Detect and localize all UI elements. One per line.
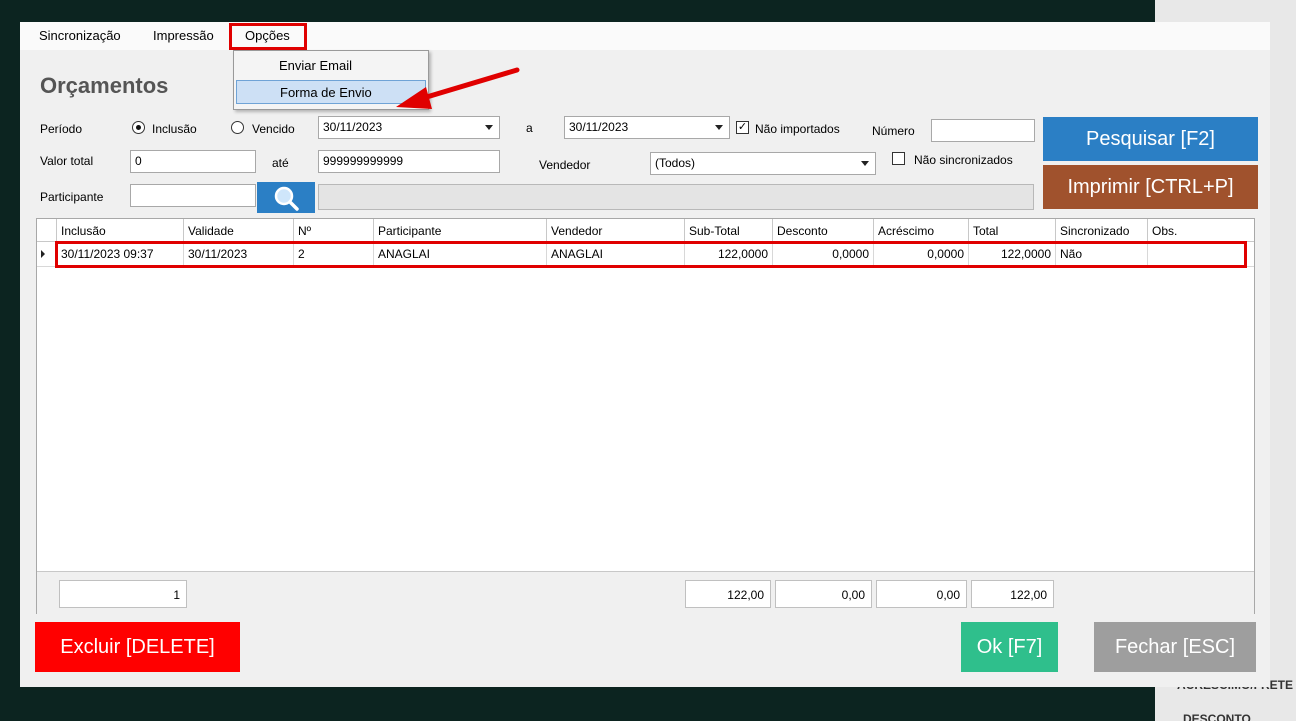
col-participante[interactable]: Participante	[374, 219, 547, 242]
vendedor-label: Vendedor	[539, 158, 591, 172]
col-acrescimo[interactable]: Acréscimo	[874, 219, 969, 242]
valor-from-input[interactable]: 0	[130, 150, 256, 173]
col-validade[interactable]: Validade	[184, 219, 294, 242]
col-inclusao[interactable]: Inclusão	[57, 219, 184, 242]
orcamentos-window: Sincronização Impressão Opções Orçamento…	[20, 22, 1270, 687]
valor-total-label: Valor total	[40, 154, 94, 168]
menu-sincronizacao[interactable]: Sincronização	[39, 28, 121, 43]
col-obs[interactable]: Obs.	[1148, 219, 1254, 242]
highlight-box	[55, 241, 1247, 268]
date-from-value: 30/11/2023	[323, 120, 383, 134]
page-title: Orçamentos	[40, 73, 169, 98]
valor-to-input[interactable]: 999999999999	[318, 150, 500, 173]
date-to-value: 30/11/2023	[569, 120, 629, 134]
ok-button[interactable]: Ok [F7]	[961, 622, 1058, 672]
magnifier-icon	[274, 186, 299, 211]
footer-desconto: 0,00	[775, 580, 872, 608]
radio-inclusao-label: Inclusão	[152, 122, 197, 136]
col-subtotal[interactable]: Sub-Total	[685, 219, 773, 242]
grid-footer: 1 122,00 0,00 0,00 122,00	[37, 571, 1254, 614]
periodo-label: Período	[40, 122, 83, 136]
footer-total: 122,00	[971, 580, 1054, 608]
participante-label: Participante	[40, 190, 104, 204]
col-desconto[interactable]: Desconto	[773, 219, 874, 242]
annotation-arrow-icon	[396, 67, 520, 109]
participante-input[interactable]	[130, 184, 256, 207]
col-total[interactable]: Total	[969, 219, 1056, 242]
date-to-picker[interactable]: 30/11/2023	[564, 116, 730, 139]
a-label: a	[526, 121, 533, 135]
radio-vencido-label: Vencido	[252, 122, 295, 136]
nao-sincronizados-checkbox[interactable]	[892, 152, 905, 165]
participante-search-button[interactable]	[257, 182, 315, 213]
col-numero[interactable]: Nº	[294, 219, 374, 242]
chevron-down-icon	[485, 125, 493, 130]
background-text: DESCONTO	[1183, 712, 1251, 721]
menu-impressao[interactable]: Impressão	[153, 28, 214, 43]
numero-label: Número	[872, 124, 915, 138]
radio-inclusao[interactable]	[132, 121, 145, 134]
chevron-down-icon	[715, 125, 723, 130]
ate-label: até	[272, 156, 289, 170]
vendedor-select[interactable]: (Todos)	[650, 152, 876, 175]
date-from-picker[interactable]: 30/11/2023	[318, 116, 500, 139]
col-vendedor[interactable]: Vendedor	[547, 219, 685, 242]
col-sincronizado[interactable]: Sincronizado	[1056, 219, 1148, 242]
footer-count: 1	[59, 580, 187, 608]
participante-name-display	[318, 184, 1034, 210]
current-row-icon	[41, 250, 45, 258]
nao-importados-checkbox[interactable]: ✓	[736, 121, 749, 134]
numero-input[interactable]	[931, 119, 1035, 142]
highlight-box	[229, 23, 307, 50]
row-indicator-header	[37, 219, 57, 242]
pesquisar-button[interactable]: Pesquisar [F2]	[1043, 117, 1258, 161]
radio-vencido[interactable]	[231, 121, 244, 134]
vendedor-value: (Todos)	[655, 156, 696, 170]
footer-subtotal: 122,00	[685, 580, 771, 608]
nao-importados-label: Não importados	[755, 122, 840, 136]
orcamentos-grid: Inclusão Validade Nº Participante Vended…	[36, 218, 1255, 614]
nao-sincronizados-label: Não sincronizados	[914, 153, 1013, 167]
footer-acrescimo: 0,00	[876, 580, 967, 608]
menu-bar: Sincronização Impressão Opções	[20, 22, 1270, 50]
imprimir-button[interactable]: Imprimir [CTRL+P]	[1043, 165, 1258, 209]
chevron-down-icon	[861, 161, 869, 166]
grid-header: Inclusão Validade Nº Participante Vended…	[37, 219, 1254, 242]
excluir-button[interactable]: Excluir [DELETE]	[35, 622, 240, 672]
fechar-button[interactable]: Fechar [ESC]	[1094, 622, 1256, 672]
